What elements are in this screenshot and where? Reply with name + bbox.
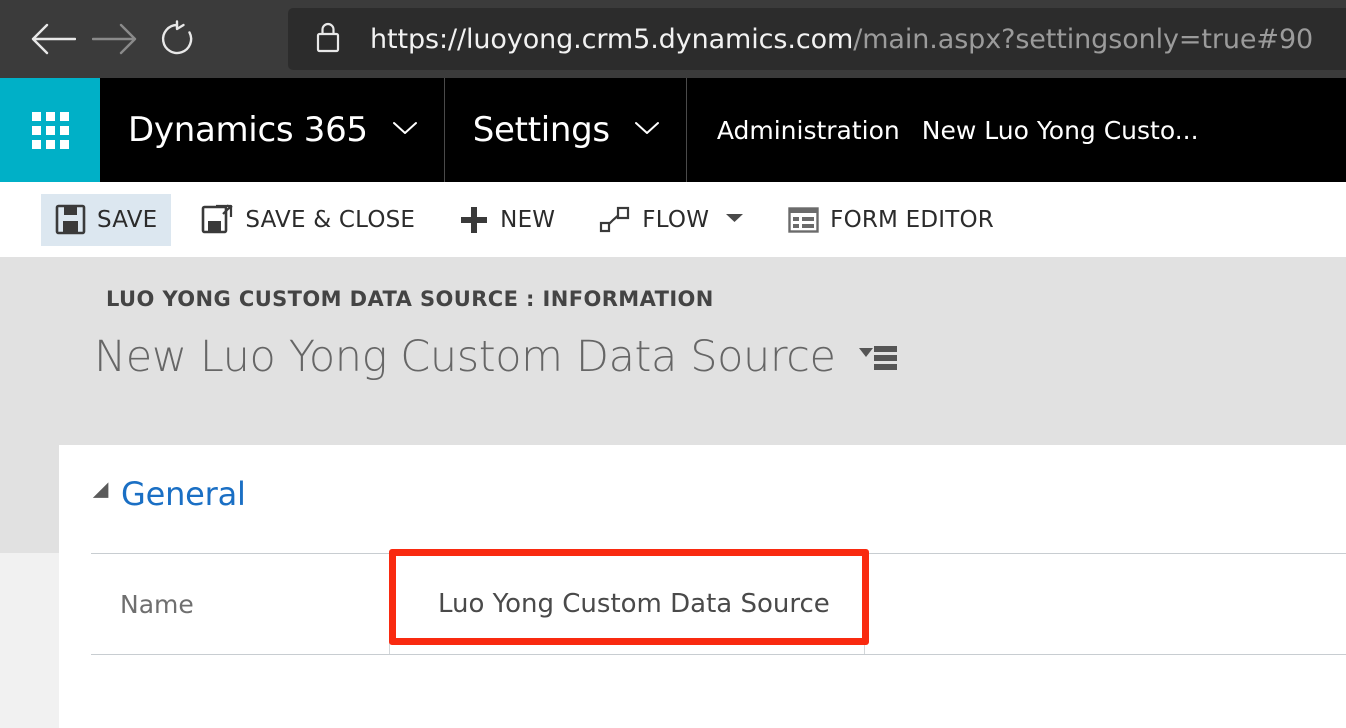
chevron-down-icon xyxy=(392,120,418,141)
arrow-left-icon xyxy=(30,22,76,56)
browser-back-button[interactable] xyxy=(22,0,84,78)
flow-button[interactable]: FLOW xyxy=(585,194,758,246)
form-editor-button-label: FORM EDITOR xyxy=(830,206,994,233)
entity-breadcrumb: LUO YONG CUSTOM DATA SOURCE : INFORMATIO… xyxy=(106,287,714,311)
record-title-row: New Luo Yong Custom Data Source xyxy=(94,332,898,382)
field-row-name: Name Luo Yong Custom Data Source xyxy=(91,553,1346,655)
area-menu-settings[interactable]: Settings xyxy=(445,78,687,182)
form-selector-icon[interactable] xyxy=(858,340,898,374)
form-editor-icon xyxy=(788,206,819,233)
section-title: General xyxy=(121,475,246,513)
browser-chrome: https://luoyong.crm5.dynamics.com/main.a… xyxy=(0,0,1346,78)
address-bar-text: https://luoyong.crm5.dynamics.com/main.a… xyxy=(370,24,1313,55)
app-launcher-button[interactable] xyxy=(0,78,100,182)
record-page: LUO YONG CUSTOM DATA SOURCE : INFORMATIO… xyxy=(0,257,1346,728)
caret-down-icon xyxy=(725,211,744,229)
triangle-collapse-icon[interactable] xyxy=(92,482,117,506)
app-launcher-waffle-icon xyxy=(31,111,69,149)
save-button[interactable]: SAVE xyxy=(41,193,172,246)
reload-icon xyxy=(158,20,196,58)
new-button[interactable]: NEW xyxy=(445,194,569,246)
area-name: Settings xyxy=(472,110,610,150)
product-menu[interactable]: Dynamics 365 xyxy=(100,78,445,182)
new-button-label: NEW xyxy=(500,206,556,233)
flow-nodes-icon xyxy=(599,206,631,234)
save-and-close-button[interactable]: SAVE & CLOSE xyxy=(187,194,429,246)
save-and-close-icon xyxy=(201,203,234,236)
name-field-value: Luo Yong Custom Data Source xyxy=(438,589,830,619)
product-name: Dynamics 365 xyxy=(128,110,368,150)
browser-forward-button[interactable] xyxy=(84,0,146,78)
form-panel: General Name Luo Yong Custom Data Source xyxy=(59,445,1346,728)
url-path: /main.aspx?settingsonly=true#90 xyxy=(853,23,1314,55)
save-button-label: SAVE xyxy=(97,206,158,233)
address-bar[interactable]: https://luoyong.crm5.dynamics.com/main.a… xyxy=(288,8,1346,70)
flow-button-label: FLOW xyxy=(642,206,710,233)
section-header-general[interactable]: General xyxy=(92,475,246,513)
chevron-down-icon xyxy=(634,120,660,141)
breadcrumb-item-record[interactable]: New Luo Yong Custo... xyxy=(922,116,1199,145)
save-disk-icon xyxy=(55,204,86,235)
browser-reload-button[interactable] xyxy=(146,0,208,78)
breadcrumb: Administration New Luo Yong Custo... xyxy=(687,78,1199,182)
command-bar: SAVE SAVE & CLOSE NEW FLOW FORM EDITOR xyxy=(0,182,1346,257)
plus-icon xyxy=(459,205,489,235)
breadcrumb-item-administration[interactable]: Administration xyxy=(717,116,900,145)
page-title: New Luo Yong Custom Data Source xyxy=(94,332,836,382)
url-domain: https://luoyong.crm5.dynamics.com xyxy=(370,23,854,55)
name-field[interactable]: Luo Yong Custom Data Source xyxy=(389,554,865,654)
lock-icon xyxy=(314,20,342,59)
left-rail xyxy=(0,445,59,553)
save-and-close-button-label: SAVE & CLOSE xyxy=(245,206,416,233)
form-editor-button[interactable]: FORM EDITOR xyxy=(774,194,1008,246)
arrow-right-icon xyxy=(92,22,138,56)
name-field-label: Name xyxy=(120,589,194,619)
dynamics-top-nav: Dynamics 365 Settings Administration New… xyxy=(0,78,1346,182)
